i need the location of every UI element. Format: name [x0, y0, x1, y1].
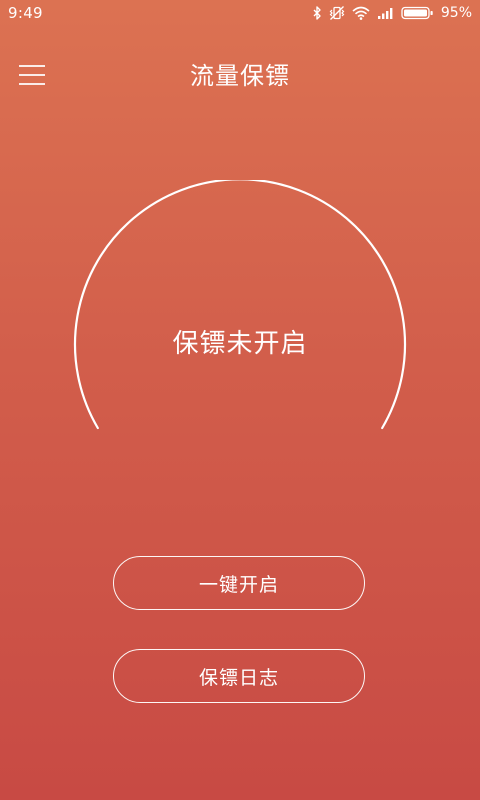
gauge-arc: [73, 180, 407, 430]
guard-log-button[interactable]: 保镖日志: [113, 649, 365, 703]
page-title: 流量保镖: [190, 62, 290, 90]
protection-status: 保镖未开启: [172, 329, 308, 359]
signal-icon: [377, 6, 394, 20]
protection-gauge: 保镖未开启: [60, 180, 420, 450]
app-bar: 流量保镖: [0, 44, 480, 102]
status-bar: 9:49 95%: [0, 0, 480, 26]
battery-percent: 95%: [440, 5, 472, 21]
bluetooth-icon: [313, 6, 322, 20]
battery-icon: [401, 6, 434, 20]
wifi-icon: [352, 6, 370, 20]
status-icons: 95%: [313, 4, 472, 22]
status-time: 9:49: [8, 4, 43, 22]
one-click-enable-button[interactable]: 一键开启: [113, 556, 365, 610]
vibrate-icon: [329, 5, 345, 21]
